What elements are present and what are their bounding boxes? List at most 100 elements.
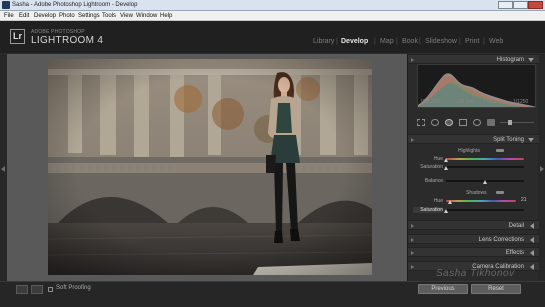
exif-iso: ISO 200 <box>421 99 440 105</box>
menu-photo[interactable]: Photo <box>59 13 75 19</box>
module-library[interactable]: Library <box>313 38 334 45</box>
effects-title: Effects <box>505 250 524 256</box>
module-separator: | <box>374 38 376 45</box>
shadows-hue-value[interactable]: 21 <box>521 197 527 203</box>
module-picker: Library | Develop | Map | Book | Slidesh… <box>313 38 535 48</box>
shadows-saturation-label: Saturation <box>413 207 443 213</box>
lens-corrections-title: Lens Corrections <box>478 237 524 243</box>
radial-icon[interactable] <box>473 119 481 126</box>
shadows-hue-thumb[interactable] <box>448 200 453 204</box>
highlights-saturation-slider[interactable] <box>446 166 524 168</box>
close-button[interactable] <box>528 1 543 9</box>
shadows-saturation-slider[interactable] <box>446 209 524 211</box>
loupe-view-button[interactable] <box>16 285 28 294</box>
app-icon <box>2 1 10 9</box>
window-titlebar: Sasha - Adobe Photoshop Lightroom - Deve… <box>0 0 545 11</box>
module-develop[interactable]: Develop <box>341 38 368 45</box>
module-separator: | <box>419 38 421 45</box>
before-after-button[interactable] <box>31 285 43 294</box>
detail-title: Detail <box>508 223 524 229</box>
spot-removal-icon[interactable] <box>431 119 439 126</box>
histogram-exif: ISO 200 135 mm f / 2.2 1/1250 <box>418 99 535 106</box>
highlights-label: Highlights <box>458 148 480 154</box>
shadows-saturation-thumb[interactable] <box>444 209 448 213</box>
effects-header[interactable]: Effects <box>408 247 539 257</box>
right-panel-toggle[interactable] <box>538 54 545 281</box>
module-slideshow[interactable]: Slideshow <box>425 38 457 45</box>
menu-view[interactable]: View <box>120 13 133 19</box>
shadows-color-swatch[interactable] <box>496 191 504 194</box>
histogram-graph[interactable]: ISO 200 135 mm f / 2.2 1/1250 <box>417 64 536 108</box>
collapsed-icon <box>530 250 534 256</box>
graduated-filter-icon[interactable] <box>459 119 467 126</box>
panel-disclosure-icon <box>411 238 414 242</box>
module-map[interactable]: Map <box>380 38 394 45</box>
histogram-title: Histogram <box>496 57 524 63</box>
module-book[interactable]: Book <box>402 38 418 45</box>
module-separator: | <box>459 38 461 45</box>
module-separator: | <box>483 38 485 45</box>
shadows-hue-label: Hue <box>433 198 443 204</box>
module-print[interactable]: Print <box>465 38 479 45</box>
module-web[interactable]: Web <box>489 38 503 45</box>
lightroom-logo: Lr <box>10 29 25 44</box>
bottom-toolbar: Soft Proofing Previous Reset <box>0 281 545 307</box>
menu-help[interactable]: Help <box>160 13 172 19</box>
split-toning-header[interactable]: Split Toning <box>408 134 539 144</box>
exif-focal: 135 mm <box>456 99 475 105</box>
window-title: Sasha - Adobe Photoshop Lightroom - Deve… <box>12 2 138 8</box>
tool-slider-track <box>500 122 534 123</box>
menu-file[interactable]: File <box>4 13 14 19</box>
develop-right-panel: Histogram ISO 200 135 mm f / 2.2 1/1250 … <box>407 54 539 281</box>
panel-disclosure-icon <box>411 138 414 142</box>
collapsed-icon <box>530 264 534 270</box>
expand-icon <box>528 138 534 142</box>
maximize-button[interactable] <box>513 1 528 9</box>
detail-header[interactable]: Detail <box>408 220 539 230</box>
panel-disclosure-icon <box>411 58 414 62</box>
crop-icon[interactable] <box>417 119 425 126</box>
collapsed-icon <box>530 237 534 243</box>
soft-proofing-checkbox[interactable] <box>48 287 53 292</box>
highlights-hue-thumb[interactable] <box>444 158 448 162</box>
module-separator: | <box>336 38 338 45</box>
red-eye-icon[interactable] <box>445 119 453 126</box>
image-canvas[interactable] <box>7 54 407 281</box>
menu-settings[interactable]: Settings <box>78 13 100 19</box>
histogram-header[interactable]: Histogram <box>408 54 539 64</box>
adjustment-brush-icon[interactable] <box>487 119 495 126</box>
lens-corrections-header[interactable]: Lens Corrections <box>408 234 539 244</box>
menu-edit[interactable]: Edit <box>19 13 29 19</box>
shadows-label: Shadows <box>466 190 487 196</box>
photo-preview[interactable] <box>48 59 372 275</box>
menu-window[interactable]: Window <box>136 13 157 19</box>
reset-button[interactable]: Reset <box>471 284 521 294</box>
develop-tool-strip <box>414 117 536 128</box>
identity-band: Lr ADOBE PHOTOSHOP LIGHTROOM 4 Library |… <box>0 21 545 54</box>
balance-thumb[interactable] <box>483 180 487 184</box>
collapse-right-icon <box>540 166 544 172</box>
photo-image <box>48 59 372 275</box>
tool-slider-thumb[interactable] <box>508 120 512 125</box>
minimize-button[interactable] <box>498 1 513 9</box>
panel-disclosure-icon <box>411 265 414 269</box>
highlights-hue-slider[interactable] <box>446 158 524 160</box>
balance-label: Balance <box>424 178 443 184</box>
panel-disclosure-icon <box>411 251 414 255</box>
split-toning-title: Split Toning <box>493 137 524 143</box>
exif-aperture: f / 2.2 <box>484 99 497 105</box>
soft-proofing-label: Soft Proofing <box>56 285 91 291</box>
brand-title: LIGHTROOM 4 <box>31 35 104 46</box>
menu-develop[interactable]: Develop <box>34 13 56 19</box>
highlights-color-swatch[interactable] <box>496 149 504 152</box>
exif-shutter: 1/1250 <box>513 99 529 105</box>
shadows-hue-slider[interactable] <box>446 200 516 202</box>
left-panel-toggle[interactable] <box>0 54 7 281</box>
watermark-text: Sasha Tikhonov <box>436 268 515 279</box>
previous-button[interactable]: Previous <box>418 284 468 294</box>
highlights-saturation-thumb[interactable] <box>444 166 448 170</box>
menu-tools[interactable]: Tools <box>102 13 116 19</box>
collapse-left-icon <box>1 166 5 172</box>
menu-bar: File Edit Develop Photo Settings Tools V… <box>0 11 545 21</box>
expand-icon <box>528 58 534 62</box>
